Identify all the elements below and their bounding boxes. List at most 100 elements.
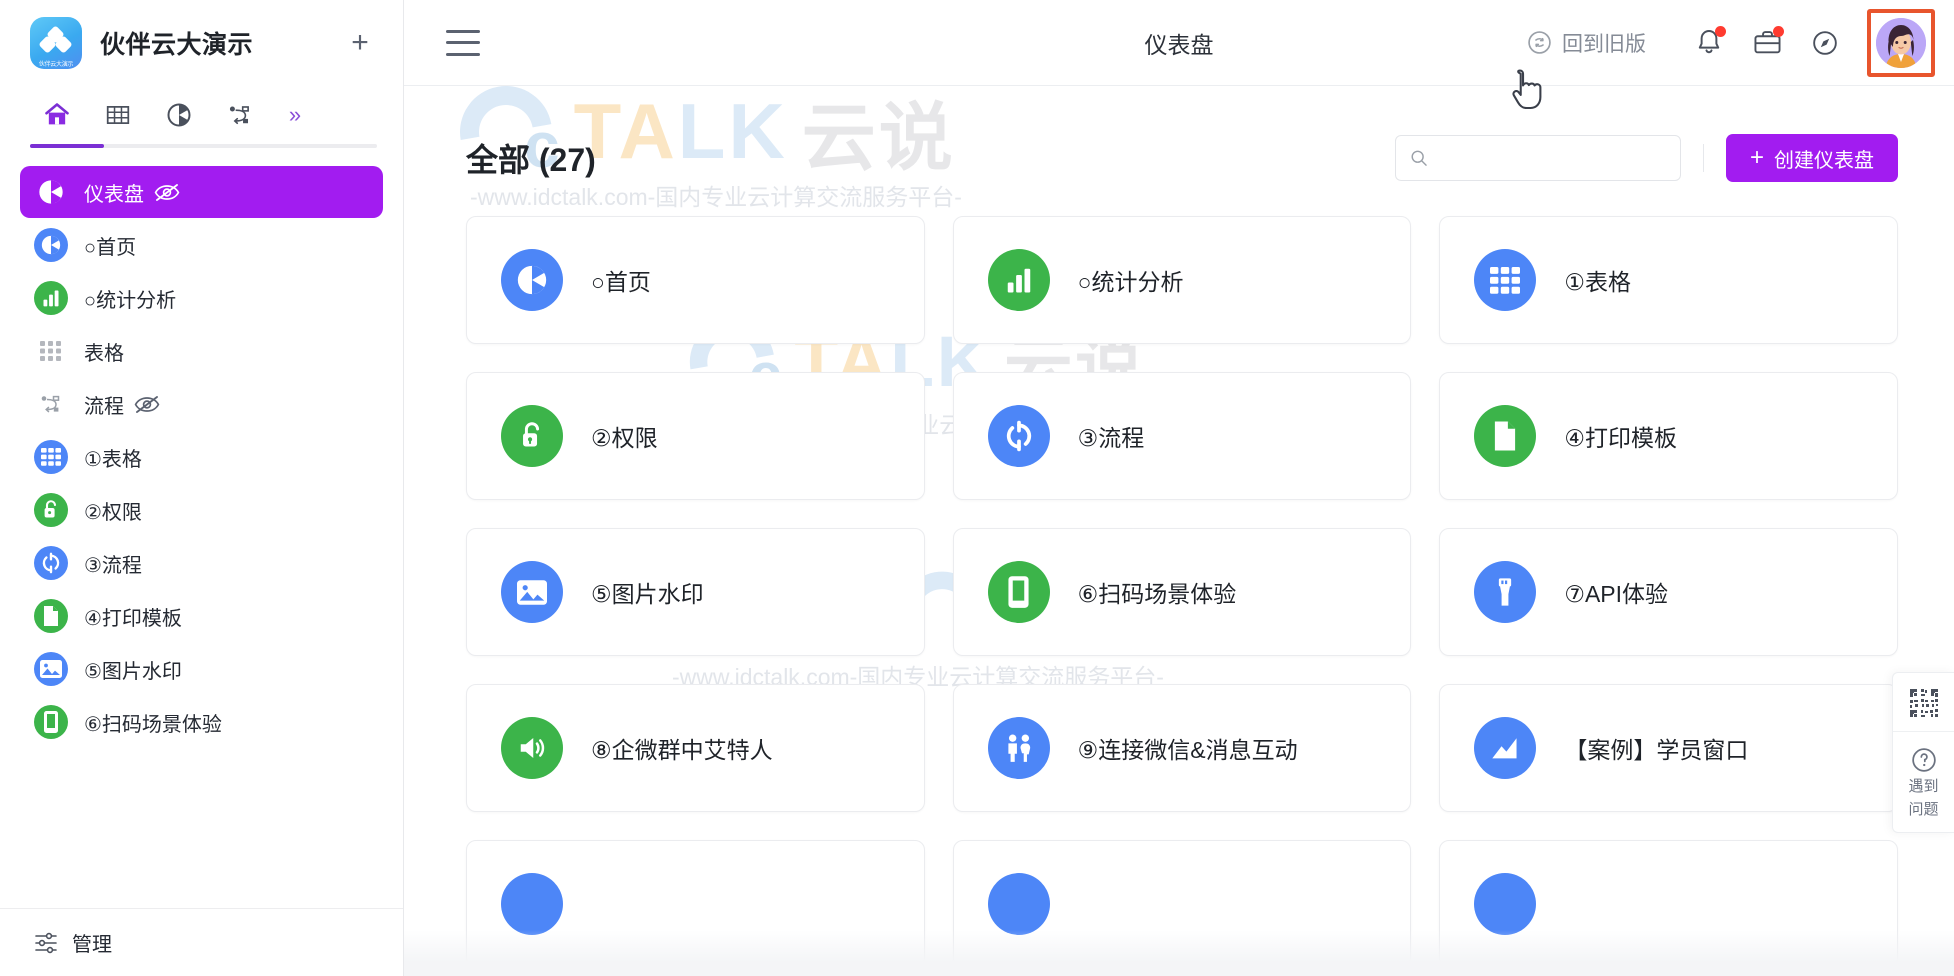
- topbar-actions: 回到旧版: [1527, 8, 1935, 77]
- sidebar-item-label: ○统计分析: [84, 289, 177, 312]
- dashboard-card-grid: ○首页 ○统计分析 ①表格 ②权限 ③流程 ④打印模板 ⑤图片水印 ⑥扫码场景体…: [404, 182, 1954, 968]
- content-header: 全部 (27) + 创建仪表盘: [404, 86, 1954, 182]
- dashboard-card-label: ③流程: [1077, 425, 1145, 451]
- main-area: 仪表盘 回到旧版 c TALK 云说 -www.idctalk.com-国内专业…: [404, 0, 1954, 976]
- dashboard-card-label: 【案例】学员窗口: [1564, 737, 1749, 763]
- notification-button[interactable]: [1680, 14, 1738, 72]
- home-icon: [44, 103, 69, 125]
- flow-nodes-icon: [229, 106, 249, 125]
- refresh-cycle-icon: [34, 546, 68, 580]
- sidebar-item-statistics[interactable]: ○统计分析: [20, 272, 383, 324]
- sidebar-item-print-template[interactable]: ④打印模板: [20, 590, 383, 642]
- content-header-actions: + 创建仪表盘: [1394, 134, 1898, 182]
- sidebar-item-scan-scenario[interactable]: ⑥扫码场景体验: [20, 696, 383, 748]
- pie-chart-icon: [34, 175, 68, 209]
- header-divider: [1702, 144, 1704, 172]
- back-to-legacy-button[interactable]: 回到旧版: [1527, 28, 1680, 58]
- flow-nodes-icon: [34, 387, 68, 421]
- sidebar-item-label: 仪表盘: [84, 183, 144, 206]
- refresh-cycle-icon: [987, 405, 1050, 467]
- workspace-logo-icon: 伙伴云大演示: [30, 17, 82, 69]
- settings-sliders-icon: [34, 931, 58, 955]
- image-icon: [34, 652, 68, 686]
- dashboard-card[interactable]: 【案例】学员窗口: [1439, 684, 1898, 812]
- dashboard-card[interactable]: ○统计分析: [952, 216, 1412, 344]
- dashboard-card[interactable]: ①表格: [1439, 216, 1898, 344]
- question-circle-icon: [1911, 748, 1936, 772]
- flow-tab[interactable]: [209, 92, 270, 138]
- sidebar-item-label: ②权限: [84, 501, 142, 524]
- app-root: 伙伴云大演示 伙伴云大演示 + » 仪表盘 ○首页 ○统计分析 表格 流程 ①表…: [0, 0, 1954, 976]
- search-input[interactable]: [1437, 149, 1666, 167]
- dashboard-card[interactable]: ④打印模板: [1439, 372, 1898, 500]
- image-icon: [501, 561, 563, 623]
- dashboard-card[interactable]: ②权限: [466, 372, 925, 500]
- qr-code-button[interactable]: [1893, 673, 1954, 731]
- help-label-line2: 问题: [1908, 800, 1939, 818]
- briefcase-button[interactable]: [1738, 14, 1796, 72]
- compass-icon: [1813, 30, 1837, 55]
- document-icon: [34, 599, 68, 633]
- line-chart-icon: [1474, 717, 1537, 779]
- sidebar-item-label: ③流程: [84, 554, 142, 577]
- table-grid-icon: [34, 440, 68, 474]
- avatar: [1876, 17, 1926, 68]
- create-dashboard-label: 创建仪表盘: [1774, 149, 1874, 172]
- eye-off-icon: [134, 395, 160, 413]
- home-tab[interactable]: [26, 92, 87, 138]
- people-icon: [987, 717, 1050, 779]
- topbar: 仪表盘 回到旧版: [404, 0, 1954, 86]
- sidebar-item-table-group[interactable]: 表格: [20, 325, 383, 377]
- speaker-icon: [501, 717, 563, 779]
- dashboard-card[interactable]: [952, 840, 1412, 968]
- sidebar-manage-button[interactable]: 管理: [0, 908, 403, 976]
- dashboard-card[interactable]: ⑧企微群中艾特人: [466, 684, 925, 812]
- more-tab[interactable]: »: [270, 92, 320, 138]
- sidebar-item-table-1[interactable]: ①表格: [20, 431, 383, 483]
- dashboard-card[interactable]: ⑥扫码场景体验: [952, 528, 1412, 656]
- bar-chart-icon: [987, 249, 1050, 311]
- logo-caption: 伙伴云大演示: [38, 62, 74, 68]
- table-grid-icon: [106, 106, 129, 124]
- briefcase-badge: [1773, 25, 1784, 37]
- dashboard-card-label: ⑤图片水印: [591, 581, 704, 607]
- table-grid-icon: [1474, 249, 1537, 311]
- sidebar-item-dashboard[interactable]: 仪表盘: [20, 166, 383, 218]
- lock-open-icon: [34, 493, 68, 527]
- plug-icon: [1474, 561, 1537, 623]
- dashboard-card[interactable]: ⑨连接微信&消息互动: [952, 684, 1412, 812]
- help-button[interactable]: 遇到 问题: [1893, 731, 1954, 832]
- sidebar-item-image-watermark[interactable]: ⑤图片水印: [20, 643, 383, 695]
- dashboard-card[interactable]: ⑦API体验: [1439, 528, 1898, 656]
- table-tab[interactable]: [87, 92, 148, 138]
- sidebar-item-homepage[interactable]: ○首页: [20, 219, 383, 271]
- tab-scroll-indicator[interactable]: [30, 144, 377, 148]
- dashboard-card[interactable]: ⑤图片水印: [466, 528, 925, 656]
- sidebar-item-label: ⑥扫码场景体验: [84, 713, 222, 736]
- workspace-name: 伙伴云大演示: [100, 31, 254, 59]
- create-dashboard-button[interactable]: + 创建仪表盘: [1725, 134, 1898, 182]
- floating-help-widget: 遇到 问题: [1892, 672, 1954, 833]
- pie-chart-icon: [167, 103, 190, 127]
- sidebar-item-flow-group[interactable]: 流程: [20, 378, 383, 430]
- dashboard-tab[interactable]: [148, 92, 209, 138]
- notification-badge: [1715, 25, 1726, 37]
- grid-dots-icon: [34, 334, 68, 368]
- dashboard-card[interactable]: ③流程: [952, 372, 1412, 500]
- dashboard-card[interactable]: [466, 840, 925, 968]
- add-app-button[interactable]: +: [343, 26, 377, 60]
- workspace-header: 伙伴云大演示 伙伴云大演示 +: [0, 0, 403, 86]
- search-box[interactable]: [1394, 135, 1681, 181]
- sidebar-item-flow[interactable]: ③流程: [20, 537, 383, 589]
- compass-button[interactable]: [1796, 14, 1854, 72]
- help-label-line1: 遇到: [1908, 778, 1939, 795]
- hamburger-menu-icon[interactable]: [446, 29, 480, 56]
- dashboard-card[interactable]: [1439, 840, 1898, 968]
- sidebar-item-label: ①表格: [84, 448, 142, 471]
- dashboard-card-label: ⑧企微群中艾特人: [591, 737, 773, 763]
- pie-chart-icon: [501, 249, 563, 311]
- dashboard-card[interactable]: ○首页: [466, 216, 925, 344]
- avatar-button[interactable]: [1867, 8, 1935, 77]
- pie-chart-icon: [34, 228, 68, 262]
- sidebar-item-permission[interactable]: ②权限: [20, 484, 383, 536]
